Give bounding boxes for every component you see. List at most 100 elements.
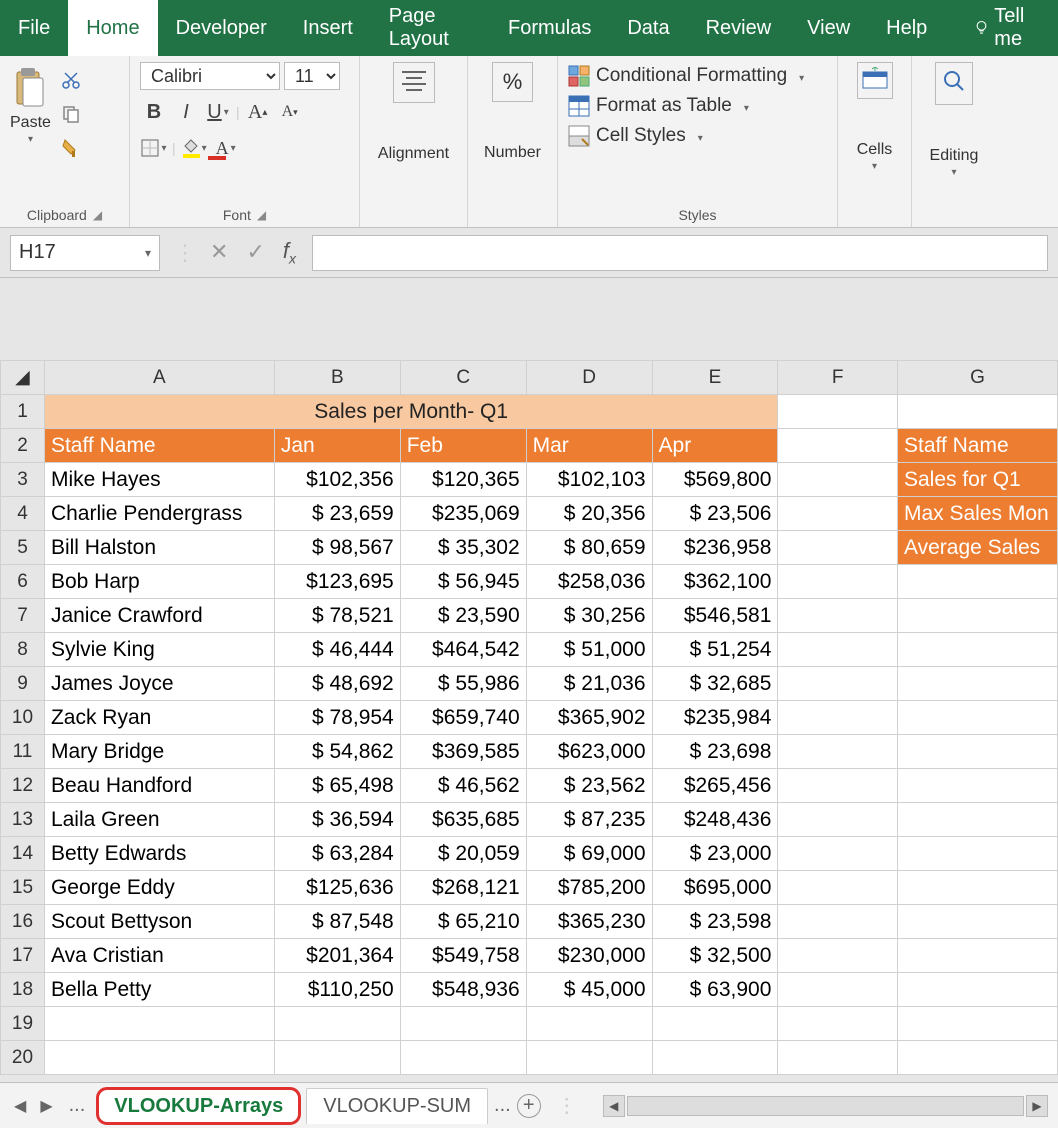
staff-name-cell[interactable]: Beau Handford: [44, 769, 274, 803]
paste-button[interactable]: Paste ▾: [10, 66, 51, 145]
staff-name-cell[interactable]: James Joyce: [44, 667, 274, 701]
staff-name-cell[interactable]: Sylvie King: [44, 633, 274, 667]
cell[interactable]: [778, 531, 898, 565]
row-header[interactable]: 6: [1, 565, 45, 599]
sheet-overflow[interactable]: ...: [494, 1094, 511, 1117]
row-header[interactable]: 7: [1, 599, 45, 633]
row-header[interactable]: 9: [1, 667, 45, 701]
value-cell[interactable]: $ 98,567: [274, 531, 400, 565]
format-painter-button[interactable]: [57, 134, 85, 162]
value-cell[interactable]: $ 78,954: [274, 701, 400, 735]
value-cell[interactable]: $265,456: [652, 769, 778, 803]
cell[interactable]: [778, 1041, 898, 1075]
cell[interactable]: [526, 1007, 652, 1041]
value-cell[interactable]: $ 20,356: [526, 497, 652, 531]
row-header[interactable]: 11: [1, 735, 45, 769]
staff-name-cell[interactable]: Janice Crawford: [44, 599, 274, 633]
value-cell[interactable]: $785,200: [526, 871, 652, 905]
side-label[interactable]: Sales for Q1: [897, 463, 1057, 497]
table-header[interactable]: Feb: [400, 429, 526, 463]
sheet-nav-next[interactable]: ▶: [36, 1096, 56, 1116]
row-header[interactable]: 15: [1, 871, 45, 905]
value-cell[interactable]: $ 21,036: [526, 667, 652, 701]
select-all-corner[interactable]: ◢: [1, 361, 45, 395]
cancel-formula-button[interactable]: ✕: [210, 239, 228, 265]
cell[interactable]: [897, 905, 1057, 939]
row-header[interactable]: 12: [1, 769, 45, 803]
cell[interactable]: [897, 701, 1057, 735]
staff-name-cell[interactable]: George Eddy: [44, 871, 274, 905]
tab-pagelayout[interactable]: Page Layout: [371, 0, 490, 56]
increase-font-button[interactable]: A▴: [244, 98, 272, 126]
cell[interactable]: [274, 1041, 400, 1075]
row-header[interactable]: 5: [1, 531, 45, 565]
tab-developer[interactable]: Developer: [158, 0, 285, 56]
cell[interactable]: [778, 633, 898, 667]
staff-name-cell[interactable]: Mary Bridge: [44, 735, 274, 769]
value-cell[interactable]: $ 54,862: [274, 735, 400, 769]
value-cell[interactable]: $236,958: [652, 531, 778, 565]
staff-name-cell[interactable]: Betty Edwards: [44, 837, 274, 871]
value-cell[interactable]: $ 65,498: [274, 769, 400, 803]
cell[interactable]: [778, 905, 898, 939]
value-cell[interactable]: $623,000: [526, 735, 652, 769]
sheet-tab-active[interactable]: VLOOKUP-Arrays: [97, 1088, 300, 1124]
scroll-right-button[interactable]: ▶: [1026, 1095, 1048, 1117]
value-cell[interactable]: $635,685: [400, 803, 526, 837]
fill-color-button[interactable]: [180, 134, 208, 162]
staff-name-cell[interactable]: Laila Green: [44, 803, 274, 837]
cell[interactable]: [274, 1007, 400, 1041]
row-header[interactable]: 3: [1, 463, 45, 497]
cell[interactable]: [897, 837, 1057, 871]
col-header-E[interactable]: E: [652, 361, 778, 395]
tell-me[interactable]: Tell me: [957, 0, 1058, 56]
value-cell[interactable]: $569,800: [652, 463, 778, 497]
format-as-table-button[interactable]: Format as Table: [568, 92, 749, 120]
clipboard-launcher[interactable]: ◢: [93, 208, 102, 222]
decrease-font-button[interactable]: A▾: [276, 98, 304, 126]
cell[interactable]: [778, 973, 898, 1007]
value-cell[interactable]: $546,581: [652, 599, 778, 633]
row-header[interactable]: 14: [1, 837, 45, 871]
staff-name-cell[interactable]: Bob Harp: [44, 565, 274, 599]
value-cell[interactable]: $ 51,254: [652, 633, 778, 667]
worksheet-grid[interactable]: ◢ A B C D E F G 1Sales per Month- Q12Sta…: [0, 360, 1058, 1075]
sheet-nav-prev[interactable]: ◀: [10, 1096, 30, 1116]
value-cell[interactable]: $102,103: [526, 463, 652, 497]
value-cell[interactable]: $ 80,659: [526, 531, 652, 565]
value-cell[interactable]: $ 56,945: [400, 565, 526, 599]
row-header[interactable]: 10: [1, 701, 45, 735]
cell[interactable]: [400, 1041, 526, 1075]
staff-name-cell[interactable]: Charlie Pendergrass: [44, 497, 274, 531]
side-label[interactable]: Staff Name: [897, 429, 1057, 463]
value-cell[interactable]: $ 65,210: [400, 905, 526, 939]
cell[interactable]: [778, 667, 898, 701]
alignment-button[interactable]: Alignment: [378, 62, 449, 163]
value-cell[interactable]: $ 63,284: [274, 837, 400, 871]
row-header[interactable]: 13: [1, 803, 45, 837]
cell[interactable]: [778, 497, 898, 531]
value-cell[interactable]: $ 36,594: [274, 803, 400, 837]
value-cell[interactable]: $ 23,562: [526, 769, 652, 803]
cell[interactable]: [778, 803, 898, 837]
value-cell[interactable]: $549,758: [400, 939, 526, 973]
borders-button[interactable]: [140, 134, 168, 162]
row-header[interactable]: 1: [1, 395, 45, 429]
cell[interactable]: [778, 599, 898, 633]
value-cell[interactable]: $ 55,986: [400, 667, 526, 701]
merged-title[interactable]: Sales per Month- Q1: [44, 395, 777, 429]
value-cell[interactable]: $235,069: [400, 497, 526, 531]
value-cell[interactable]: $ 63,900: [652, 973, 778, 1007]
staff-name-cell[interactable]: Bill Halston: [44, 531, 274, 565]
col-header-F[interactable]: F: [778, 361, 898, 395]
value-cell[interactable]: $ 87,235: [526, 803, 652, 837]
table-header[interactable]: Jan: [274, 429, 400, 463]
col-header-D[interactable]: D: [526, 361, 652, 395]
value-cell[interactable]: $ 45,000: [526, 973, 652, 1007]
cell[interactable]: [778, 871, 898, 905]
value-cell[interactable]: $ 69,000: [526, 837, 652, 871]
value-cell[interactable]: $230,000: [526, 939, 652, 973]
value-cell[interactable]: $362,100: [652, 565, 778, 599]
font-size-select[interactable]: 11: [284, 62, 340, 90]
conditional-formatting-button[interactable]: Conditional Formatting: [568, 62, 804, 90]
